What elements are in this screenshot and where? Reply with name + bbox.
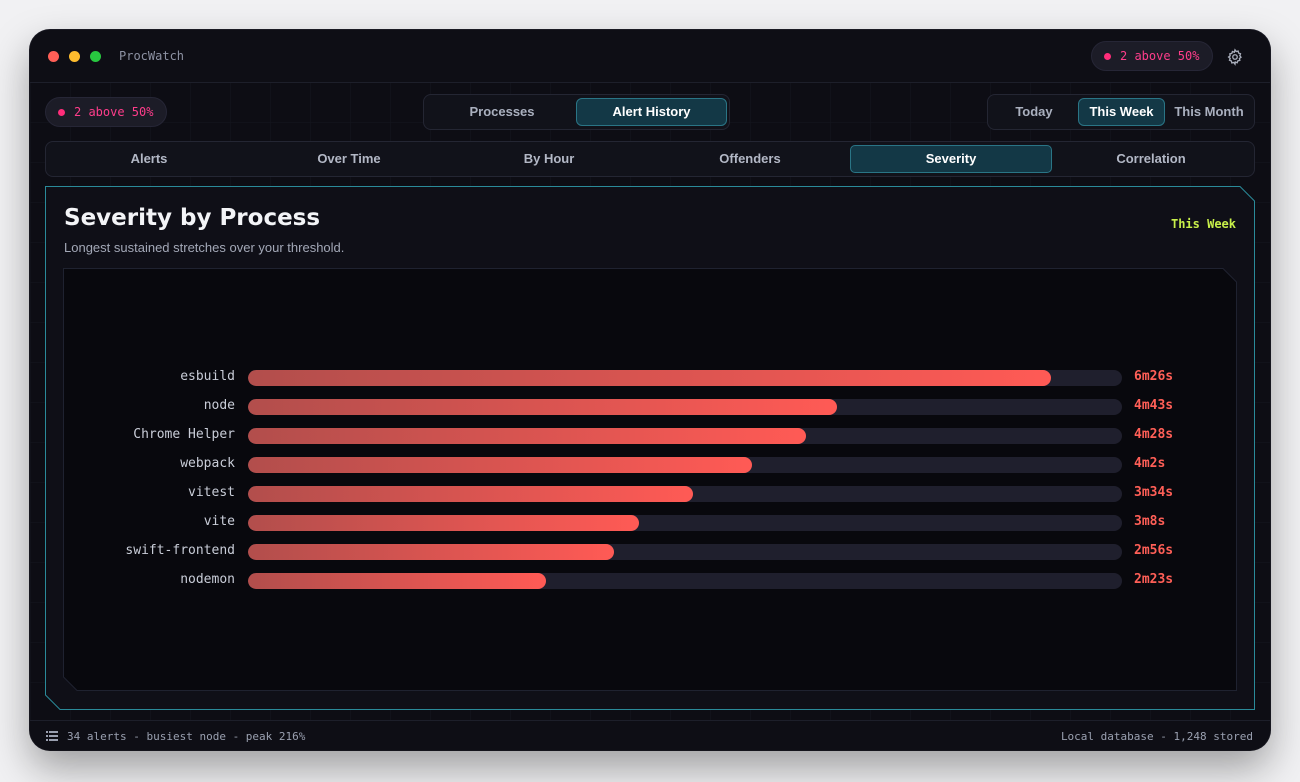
bar-track xyxy=(248,370,1122,386)
bar-track xyxy=(248,515,1122,531)
bar-row: node 4m43s xyxy=(30,398,1270,415)
bar-label: node xyxy=(203,398,235,413)
bar-track xyxy=(248,399,1122,415)
bar-track xyxy=(248,544,1122,560)
bar-row: swift-frontend 2m56s xyxy=(30,543,1270,560)
bar[interactable] xyxy=(248,544,614,560)
bar[interactable] xyxy=(248,428,806,444)
bar-value-label: 4m2s xyxy=(1134,456,1166,471)
bar-track xyxy=(248,457,1122,473)
status-summary: 34 alerts - busiest node - peak 216% xyxy=(67,730,306,743)
bar-value-label: 3m8s xyxy=(1134,514,1166,529)
bar-row: webpack 4m2s xyxy=(30,456,1270,473)
bar-label: vitest xyxy=(188,485,235,500)
bar-track xyxy=(248,428,1122,444)
bar-label: vite xyxy=(203,514,235,529)
bar[interactable] xyxy=(248,573,546,589)
bar-value-label: 3m34s xyxy=(1134,485,1174,500)
bar-value-label: 6m26s xyxy=(1134,369,1174,384)
bar-value-label: 2m23s xyxy=(1134,572,1174,587)
bar-label: Chrome Helper xyxy=(133,427,235,442)
bar-track xyxy=(248,573,1122,589)
bar-label: nodemon xyxy=(180,572,235,587)
list-icon xyxy=(46,731,58,741)
bar-row: esbuild 6m26s xyxy=(30,369,1270,386)
severity-bar-chart: esbuild 6m26s node 4m43s Chrome Helper 4m28s w… xyxy=(30,30,1270,720)
bar-row: Chrome Helper 4m28s xyxy=(30,427,1270,444)
bar[interactable] xyxy=(248,515,639,531)
bar-value-label: 4m28s xyxy=(1134,427,1174,442)
status-bar: 34 alerts - busiest node - peak 216% Loc… xyxy=(30,720,1270,750)
bar-value-label: 4m43s xyxy=(1134,398,1174,413)
status-storage: Local database - 1,248 stored xyxy=(1060,730,1253,743)
bar-row: nodemon 2m23s xyxy=(30,572,1270,589)
bar-label: swift-frontend xyxy=(125,543,235,558)
bar-row: vitest 3m34s xyxy=(30,485,1270,502)
app-window: ProcWatch 2 above 50% 2 above 50% Proces… xyxy=(30,30,1270,750)
bar-label: esbuild xyxy=(180,369,235,384)
bar[interactable] xyxy=(248,457,752,473)
bar-track xyxy=(248,486,1122,502)
bar[interactable] xyxy=(248,370,1051,386)
bar-row: vite 3m8s xyxy=(30,514,1270,531)
bar-label: webpack xyxy=(180,456,235,471)
bar-value-label: 2m56s xyxy=(1134,543,1174,558)
bar[interactable] xyxy=(248,399,837,415)
bar[interactable] xyxy=(248,486,693,502)
